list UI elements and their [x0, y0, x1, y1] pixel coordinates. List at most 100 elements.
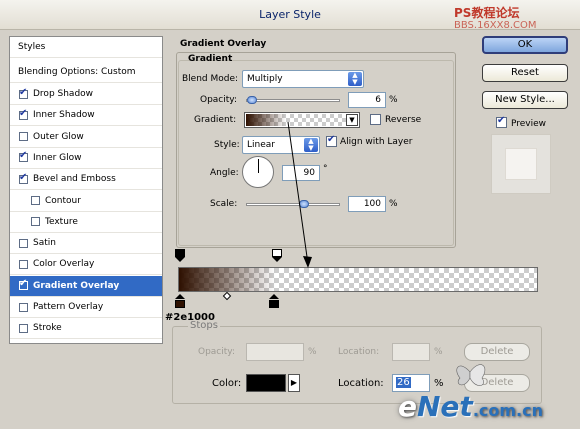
color-location-label: Location:	[338, 378, 384, 389]
stop-opacity-location-input	[392, 343, 430, 361]
opacity-unit: %	[389, 95, 398, 105]
chevron-updown-icon: ▲ ▼	[348, 72, 362, 86]
opacity-stop-cap	[272, 249, 282, 257]
group-title: Gradient Overlay	[180, 39, 267, 49]
reverse-checkbox[interactable]	[370, 114, 381, 125]
angle-dial[interactable]	[242, 156, 274, 188]
angle-input[interactable]: 90	[282, 165, 320, 181]
blending-options[interactable]: Blending Options: Custom	[10, 62, 162, 83]
watermark-logo: eNet.com.cn	[398, 390, 543, 423]
scale-label: Scale:	[210, 199, 238, 209]
style-item-label: Inner Shadow	[33, 110, 95, 121]
style-item-checkbox[interactable]	[31, 196, 40, 205]
style-item[interactable]: Bevel and Emboss	[10, 169, 162, 191]
style-item[interactable]: Contour	[10, 191, 162, 212]
align-with-layer-label: Align with Layer	[340, 137, 413, 147]
style-item-label: Texture	[45, 216, 78, 227]
style-item[interactable]: Outer Glow	[10, 127, 162, 148]
preview-swatch	[505, 148, 537, 180]
opacity-stop-left[interactable]	[175, 249, 185, 263]
style-item-label: Outer Glow	[33, 131, 84, 142]
style-select[interactable]: Linear ▲ ▼	[242, 136, 320, 154]
color-stop-active[interactable]	[269, 294, 279, 308]
blend-mode-value: Multiply	[247, 74, 283, 84]
style-item-checkbox[interactable]	[19, 302, 28, 312]
chevron-down-icon[interactable]: ▼	[346, 114, 358, 126]
style-item-label: Bevel and Emboss	[33, 174, 116, 185]
gradient-picker[interactable]: ▼	[244, 112, 360, 128]
gradient-bar[interactable]	[178, 267, 538, 292]
style-item-label: Gradient Overlay	[33, 280, 120, 291]
style-item[interactable]: Color Overlay	[10, 254, 162, 276]
opacity-slider-track[interactable]	[246, 99, 340, 102]
style-label: Style:	[214, 140, 240, 150]
opacity-stop-cap	[175, 249, 185, 257]
style-item[interactable]: Texture	[10, 212, 162, 233]
style-value: Linear	[247, 140, 275, 150]
opacity-slider-thumb[interactable]	[246, 96, 257, 104]
title-bar: Layer Style PS教程论坛 BBS.16XX8.COM	[0, 0, 580, 31]
style-item[interactable]: Gradient Overlay	[10, 275, 162, 297]
angle-needle	[258, 159, 259, 173]
style-item[interactable]: Drop Shadow	[10, 84, 162, 105]
style-item-label: Stroke	[33, 323, 62, 334]
color-stop-left[interactable]	[175, 294, 185, 308]
color-location-value: 26	[396, 377, 411, 388]
style-item-label: Pattern Overlay	[33, 302, 104, 312]
angle-label: Angle:	[210, 168, 239, 178]
style-item-label: Satin	[33, 238, 56, 249]
style-item[interactable]: Inner Glow	[10, 148, 162, 169]
style-item-checkbox[interactable]	[31, 217, 40, 227]
styles-list: Styles Blending Options: Custom Drop Sha…	[9, 36, 163, 344]
ok-button[interactable]: OK	[482, 36, 568, 54]
scale-slider-thumb[interactable]	[299, 200, 309, 208]
angle-unit: °	[323, 164, 328, 174]
chevron-right-icon[interactable]: ▶	[288, 374, 300, 392]
opacity-label: Opacity:	[200, 95, 237, 105]
style-item-label: Color Overlay	[33, 259, 95, 270]
opacity-stop-mid[interactable]	[272, 249, 282, 263]
style-item-checkbox[interactable]	[19, 172, 28, 184]
opacity-input[interactable]: 6	[348, 92, 386, 108]
preview-label: Preview	[511, 119, 547, 129]
style-item-checkbox[interactable]	[19, 132, 28, 142]
style-item[interactable]: Stroke	[10, 318, 162, 340]
style-item-checkbox[interactable]	[19, 150, 28, 163]
style-item-checkbox[interactable]	[19, 323, 28, 333]
watermark-top-url: BBS.16XX8.COM	[454, 20, 537, 31]
style-item[interactable]: Pattern Overlay	[10, 297, 162, 318]
color-midpoint[interactable]	[222, 291, 232, 301]
stop-color-swatch[interactable]	[246, 374, 286, 392]
align-with-layer-checkbox[interactable]	[326, 134, 337, 147]
stop-opacity-location-label: Location:	[338, 347, 380, 357]
color-label: Color:	[212, 378, 242, 389]
stop-opacity-input	[246, 343, 304, 361]
style-item-checkbox[interactable]	[19, 87, 28, 99]
scale-slider-track[interactable]	[246, 203, 340, 206]
blend-mode-select[interactable]: Multiply ▲ ▼	[242, 70, 364, 88]
new-style-button[interactable]: New Style...	[482, 91, 568, 109]
preview-checkbox[interactable]	[496, 115, 507, 128]
reset-button[interactable]: Reset	[482, 64, 568, 82]
style-item[interactable]: Inner Shadow	[10, 105, 162, 127]
style-item-label: Contour	[45, 195, 81, 206]
scale-unit: %	[389, 199, 398, 209]
styles-header[interactable]: Styles	[10, 37, 162, 58]
style-preview	[491, 134, 551, 194]
style-item-checkbox[interactable]	[19, 108, 28, 120]
style-item-checkbox[interactable]	[19, 278, 28, 291]
style-item[interactable]: Satin	[10, 233, 162, 255]
style-item-label: Inner Glow	[33, 152, 82, 163]
watermark-domain: .com.cn	[472, 401, 543, 420]
gradient-label: Gradient:	[194, 115, 237, 125]
scale-input[interactable]: 100	[348, 196, 386, 212]
blend-mode-label: Blend Mode:	[182, 74, 239, 84]
reverse-label: Reverse	[385, 115, 422, 125]
style-item-checkbox[interactable]	[19, 238, 28, 248]
style-item-checkbox[interactable]	[19, 259, 28, 269]
delete-opacity-stop-button[interactable]: Delete	[464, 343, 530, 361]
stops-title: Stops	[188, 320, 220, 331]
style-item-label: Drop Shadow	[33, 89, 94, 99]
stop-opacity-location-unit: %	[434, 347, 443, 357]
stop-opacity-label: Opacity:	[198, 347, 235, 357]
